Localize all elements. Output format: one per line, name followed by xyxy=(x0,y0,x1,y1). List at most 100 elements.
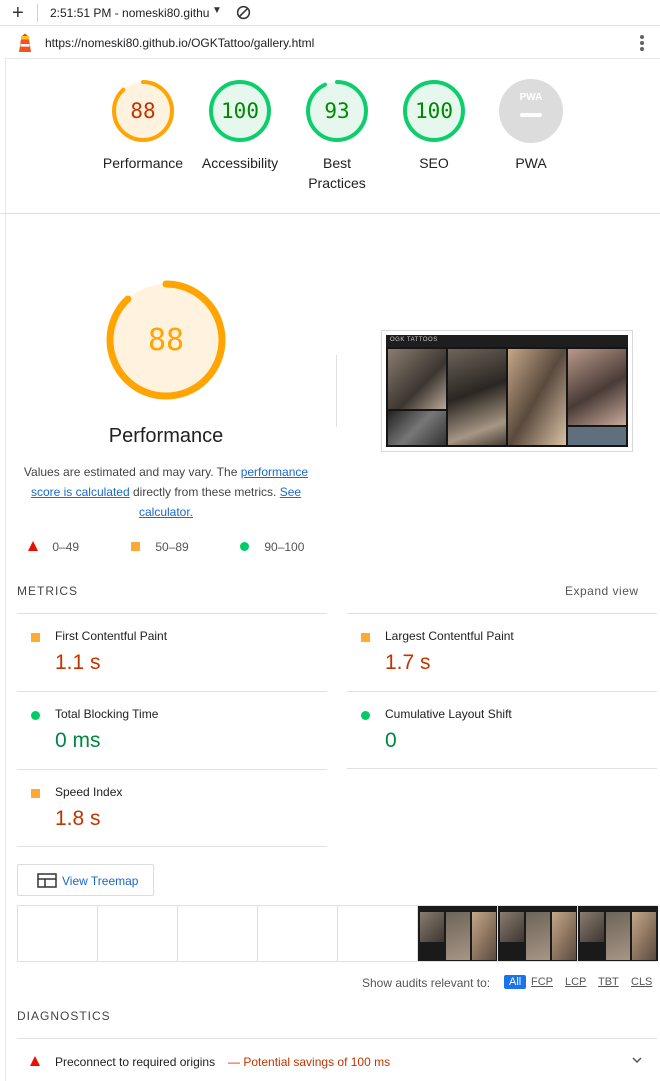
metric-speed-index[interactable]: Speed Index 1.8 s xyxy=(17,769,327,847)
audit-title: Preconnect to required origins xyxy=(55,1055,216,1069)
gauge-pwa[interactable]: PWA PWA xyxy=(481,78,581,173)
metric-value: 1.7 s xyxy=(385,651,431,674)
fail-triangle-icon xyxy=(30,1056,40,1066)
gallery-image xyxy=(568,349,626,425)
metric-name: Speed Index xyxy=(55,785,123,799)
diagnostics-header: DIAGNOSTICS xyxy=(17,1009,111,1023)
metric-value: 1.8 s xyxy=(55,807,101,830)
desc-text-2: directly from these metrics. xyxy=(129,485,280,499)
gauge-score: 88 xyxy=(130,99,155,123)
gauge-accessibility-ring: 100 xyxy=(209,80,271,142)
legend-range: 50–89 xyxy=(155,540,189,554)
filter-chip-all[interactable]: All xyxy=(504,975,527,989)
average-square-icon xyxy=(31,633,40,642)
filmstrip-frame xyxy=(498,906,578,961)
filter-chip-cls[interactable]: CLS xyxy=(631,976,652,988)
report-session-select[interactable]: 2:51:51 PM - nomeski80.githul xyxy=(50,6,210,20)
filter-chip-tbt[interactable]: TBT xyxy=(598,976,619,988)
devtools-toolbar: + 2:51:51 PM - nomeski80.githul ▼ xyxy=(0,0,660,26)
view-treemap-button[interactable]: View Treemap xyxy=(17,864,154,896)
gauge-performance[interactable]: 88 Performance xyxy=(93,78,193,173)
metrics-header: METRICS xyxy=(17,584,78,598)
metric-value: 0 xyxy=(385,729,397,752)
filmstrip-frame xyxy=(178,906,258,961)
metric-name: First Contentful Paint xyxy=(55,629,168,643)
legend-range: 0–49 xyxy=(52,540,80,554)
pwa-na-badge-icon: PWA xyxy=(499,79,563,143)
gauge-seo[interactable]: 100 SEO xyxy=(384,78,484,173)
view-treemap-label: View Treemap xyxy=(62,874,139,888)
filmstrip-frame xyxy=(418,906,498,961)
metric-tbt[interactable]: Total Blocking Time 0 ms xyxy=(17,691,327,769)
gauge-label: Accessibility xyxy=(201,155,279,171)
gauge-label: Performance xyxy=(102,155,184,171)
divider xyxy=(336,355,337,427)
legend-pass: 90–100 xyxy=(240,540,304,554)
metric-fcp[interactable]: First Contentful Paint 1.1 s xyxy=(17,613,327,691)
fail-triangle-icon xyxy=(28,541,38,551)
performance-gauge-large-ring: 88 xyxy=(106,280,226,400)
screenshot-brand: OGK TATTOOS xyxy=(390,337,438,343)
average-square-icon xyxy=(131,542,140,551)
more-options-icon[interactable] xyxy=(638,34,646,52)
performance-description: Values are estimated and may vary. The p… xyxy=(16,462,316,522)
report-url-bar: https://nomeski80.github.io/OGKTattoo/ga… xyxy=(5,27,660,59)
performance-title: Performance xyxy=(108,425,224,447)
expand-view-toggle[interactable]: Expand view xyxy=(565,584,639,598)
category-gauges: 88 Performance 100 Accessibility 93 Best… xyxy=(0,78,660,214)
gauge-score: 93 xyxy=(324,99,349,123)
pass-circle-icon xyxy=(240,542,249,551)
metric-cls[interactable]: Cumulative Layout Shift 0 xyxy=(347,691,657,769)
audit-savings-text: Potential savings of 100 ms xyxy=(243,1055,391,1069)
legend-average: 50–89 xyxy=(131,540,189,554)
filmstrip-frame xyxy=(98,906,178,961)
legend-fail: 0–49 xyxy=(28,540,79,554)
gallery-image xyxy=(448,349,506,445)
gauge-label: Best Practices xyxy=(308,155,366,191)
gauge-label: PWA xyxy=(515,155,547,171)
audit-filter-label: Show audits relevant to: xyxy=(362,976,491,990)
screenshot-header: OGK TATTOOS xyxy=(386,335,628,347)
pass-circle-icon xyxy=(31,711,40,720)
gallery-image xyxy=(508,349,566,445)
gauge-best-practices-ring: 93 xyxy=(306,80,368,142)
gauge-performance-ring: 88 xyxy=(112,80,174,142)
average-square-icon xyxy=(31,789,40,798)
filter-chip-lcp[interactable]: LCP xyxy=(565,976,586,988)
filmstrip-frame xyxy=(258,906,338,961)
pass-circle-icon xyxy=(361,711,370,720)
lighthouse-logo-icon xyxy=(19,33,31,52)
treemap-icon xyxy=(37,873,57,888)
screenshot-image: OGK TATTOOS xyxy=(386,335,628,447)
performance-gauge-large: 88 xyxy=(66,278,266,402)
gauge-accessibility[interactable]: 100 Accessibility xyxy=(190,78,290,173)
gauge-score: 100 xyxy=(415,99,453,123)
final-screenshot[interactable]: OGK TATTOOS xyxy=(381,330,633,452)
gauge-score: 100 xyxy=(221,99,259,123)
gallery-image xyxy=(568,427,626,445)
report-url[interactable]: https://nomeski80.github.io/OGKTattoo/ga… xyxy=(45,36,314,50)
new-report-plus-icon[interactable]: + xyxy=(12,3,24,23)
filmstrip xyxy=(17,905,658,962)
chevron-down-icon[interactable]: ▼ xyxy=(212,5,222,16)
gauge-best-practices[interactable]: 93 Best Practices xyxy=(287,78,387,193)
metric-lcp[interactable]: Largest Contentful Paint 1.7 s xyxy=(347,613,657,691)
pwa-badge-text: PWA xyxy=(520,92,543,103)
metric-name: Total Blocking Time xyxy=(55,707,159,721)
audit-preconnect[interactable]: Preconnect to required origins — Potenti… xyxy=(17,1050,657,1074)
gallery-image xyxy=(388,411,446,445)
metric-name: Largest Contentful Paint xyxy=(385,629,514,643)
clear-block-icon[interactable] xyxy=(236,5,251,20)
metric-value: 1.1 s xyxy=(55,651,101,674)
filmstrip-frame xyxy=(18,906,98,961)
metric-value: 0 ms xyxy=(55,729,101,752)
divider xyxy=(17,1038,657,1039)
performance-score-large: 88 xyxy=(148,323,184,358)
filter-chip-fcp[interactable]: FCP xyxy=(531,976,553,988)
gauge-seo-ring: 100 xyxy=(403,80,465,142)
toolbar-divider xyxy=(37,4,38,22)
desc-text: Values are estimated and may vary. The xyxy=(23,465,241,479)
chevron-down-icon[interactable] xyxy=(631,1054,643,1066)
filmstrip-frame xyxy=(578,906,658,961)
gauge-label: SEO xyxy=(419,155,449,171)
